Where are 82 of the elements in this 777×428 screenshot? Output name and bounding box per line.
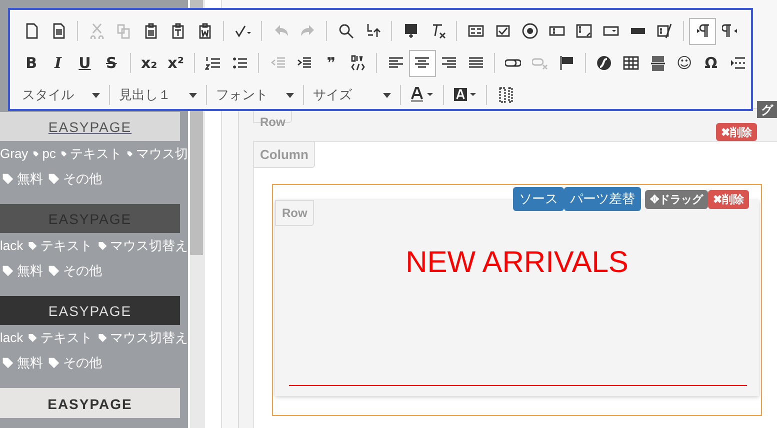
tag-icon <box>28 332 38 344</box>
ol-icon <box>205 55 222 71</box>
dropdown[interactable]: フォント <box>212 83 298 107</box>
format-button[interactable]: ☺ <box>671 50 698 76</box>
caret-icon <box>92 92 100 98</box>
tag-link[interactable]: その他 <box>63 354 102 372</box>
paste-text-icon <box>170 23 186 39</box>
part-button[interactable]: パーツ差替 <box>564 187 641 211</box>
letter-a-box-icon <box>453 87 477 103</box>
paste-word-icon <box>196 23 212 39</box>
caret-icon <box>383 92 391 98</box>
toolbar-button[interactable] <box>408 50 436 76</box>
part-button[interactable]: ソース <box>513 187 564 211</box>
tag-link[interactable]: テキスト <box>40 328 93 346</box>
format-button[interactable]: S <box>98 50 125 76</box>
checkbox-icon <box>494 23 510 39</box>
row-label: Row <box>275 200 314 226</box>
div-icon <box>350 55 366 71</box>
replace-icon <box>364 23 380 39</box>
tag-link[interactable]: lack <box>0 330 24 345</box>
caret-icon <box>189 92 197 98</box>
ltr-icon <box>694 23 710 39</box>
format-button[interactable]: U <box>71 50 98 76</box>
paste-icon <box>142 23 158 39</box>
dropdown[interactable]: サイズ <box>309 83 395 107</box>
tag-icon <box>48 172 60 184</box>
form-icon <box>468 23 484 39</box>
tag-icon <box>48 356 60 368</box>
template-banner[interactable]: EASYPAGE <box>0 112 180 141</box>
tag-link[interactable]: マウス切替え <box>110 328 188 346</box>
letter-a-icon <box>410 87 434 103</box>
column-label: Column <box>253 141 316 168</box>
tag-link[interactable]: その他 <box>63 170 102 188</box>
tag-link[interactable]: 無料 <box>17 262 43 280</box>
copy-icon <box>116 23 132 39</box>
toolbar-button[interactable] <box>689 18 716 44</box>
tag-link[interactable]: テキスト <box>70 144 122 162</box>
maximize-icon <box>498 87 514 103</box>
radio-icon <box>522 23 538 39</box>
tag-icon <box>98 332 107 344</box>
dropdown[interactable]: スタイル <box>18 83 104 107</box>
tag-icon <box>48 264 60 276</box>
tag-link[interactable]: 無料 <box>17 170 43 188</box>
tag-link[interactable]: pc <box>42 146 56 161</box>
flag-icon <box>558 55 575 71</box>
rtl-icon <box>722 23 738 39</box>
drag-button[interactable]: ✥ドラッグ <box>645 190 708 208</box>
doc-icon <box>50 23 66 39</box>
hr-icon <box>650 55 666 71</box>
page-icon <box>24 23 40 39</box>
format-button[interactable]: B <box>18 50 45 76</box>
ul-icon <box>232 55 248 71</box>
format-button[interactable]: x² <box>162 50 190 76</box>
table-icon <box>623 55 639 71</box>
format-button[interactable]: ❞ <box>318 50 345 76</box>
tag-link[interactable]: 無料 <box>17 354 43 372</box>
dropdown[interactable]: 見出し１ <box>115 83 201 107</box>
tag-link[interactable]: マウス切 <box>136 144 188 162</box>
pagebreak-icon <box>730 55 746 71</box>
template-banner[interactable]: EASYPAGE <box>0 296 180 325</box>
tag-link[interactable]: Gray <box>0 146 28 161</box>
spell-icon <box>234 23 250 39</box>
template-banner[interactable]: EASYPAGE <box>0 388 180 418</box>
tag-icon <box>28 240 38 252</box>
format-button[interactable]: x₂ <box>136 50 162 76</box>
tag-link[interactable]: テキスト <box>40 236 93 254</box>
delete-button[interactable]: ✖削除 <box>708 190 749 208</box>
textarea-icon <box>576 23 592 39</box>
search-icon <box>338 23 354 39</box>
caret-icon <box>286 92 294 98</box>
drag-button[interactable]: グ <box>757 101 777 118</box>
tag-icon <box>98 240 107 252</box>
cut-icon <box>88 23 104 39</box>
format-button[interactable]: I <box>44 50 72 76</box>
delete-button[interactable]: ✖削除 <box>716 123 757 141</box>
tag-link[interactable]: lack <box>0 238 24 253</box>
flash-icon <box>596 55 612 71</box>
tag-link[interactable]: マウス切替え <box>110 236 188 254</box>
hidden-icon <box>656 23 672 39</box>
heading-text[interactable]: NEW ARRIVALS <box>406 246 628 280</box>
format-button[interactable]: Ω <box>698 50 724 76</box>
tag-link[interactable]: その他 <box>63 262 102 280</box>
